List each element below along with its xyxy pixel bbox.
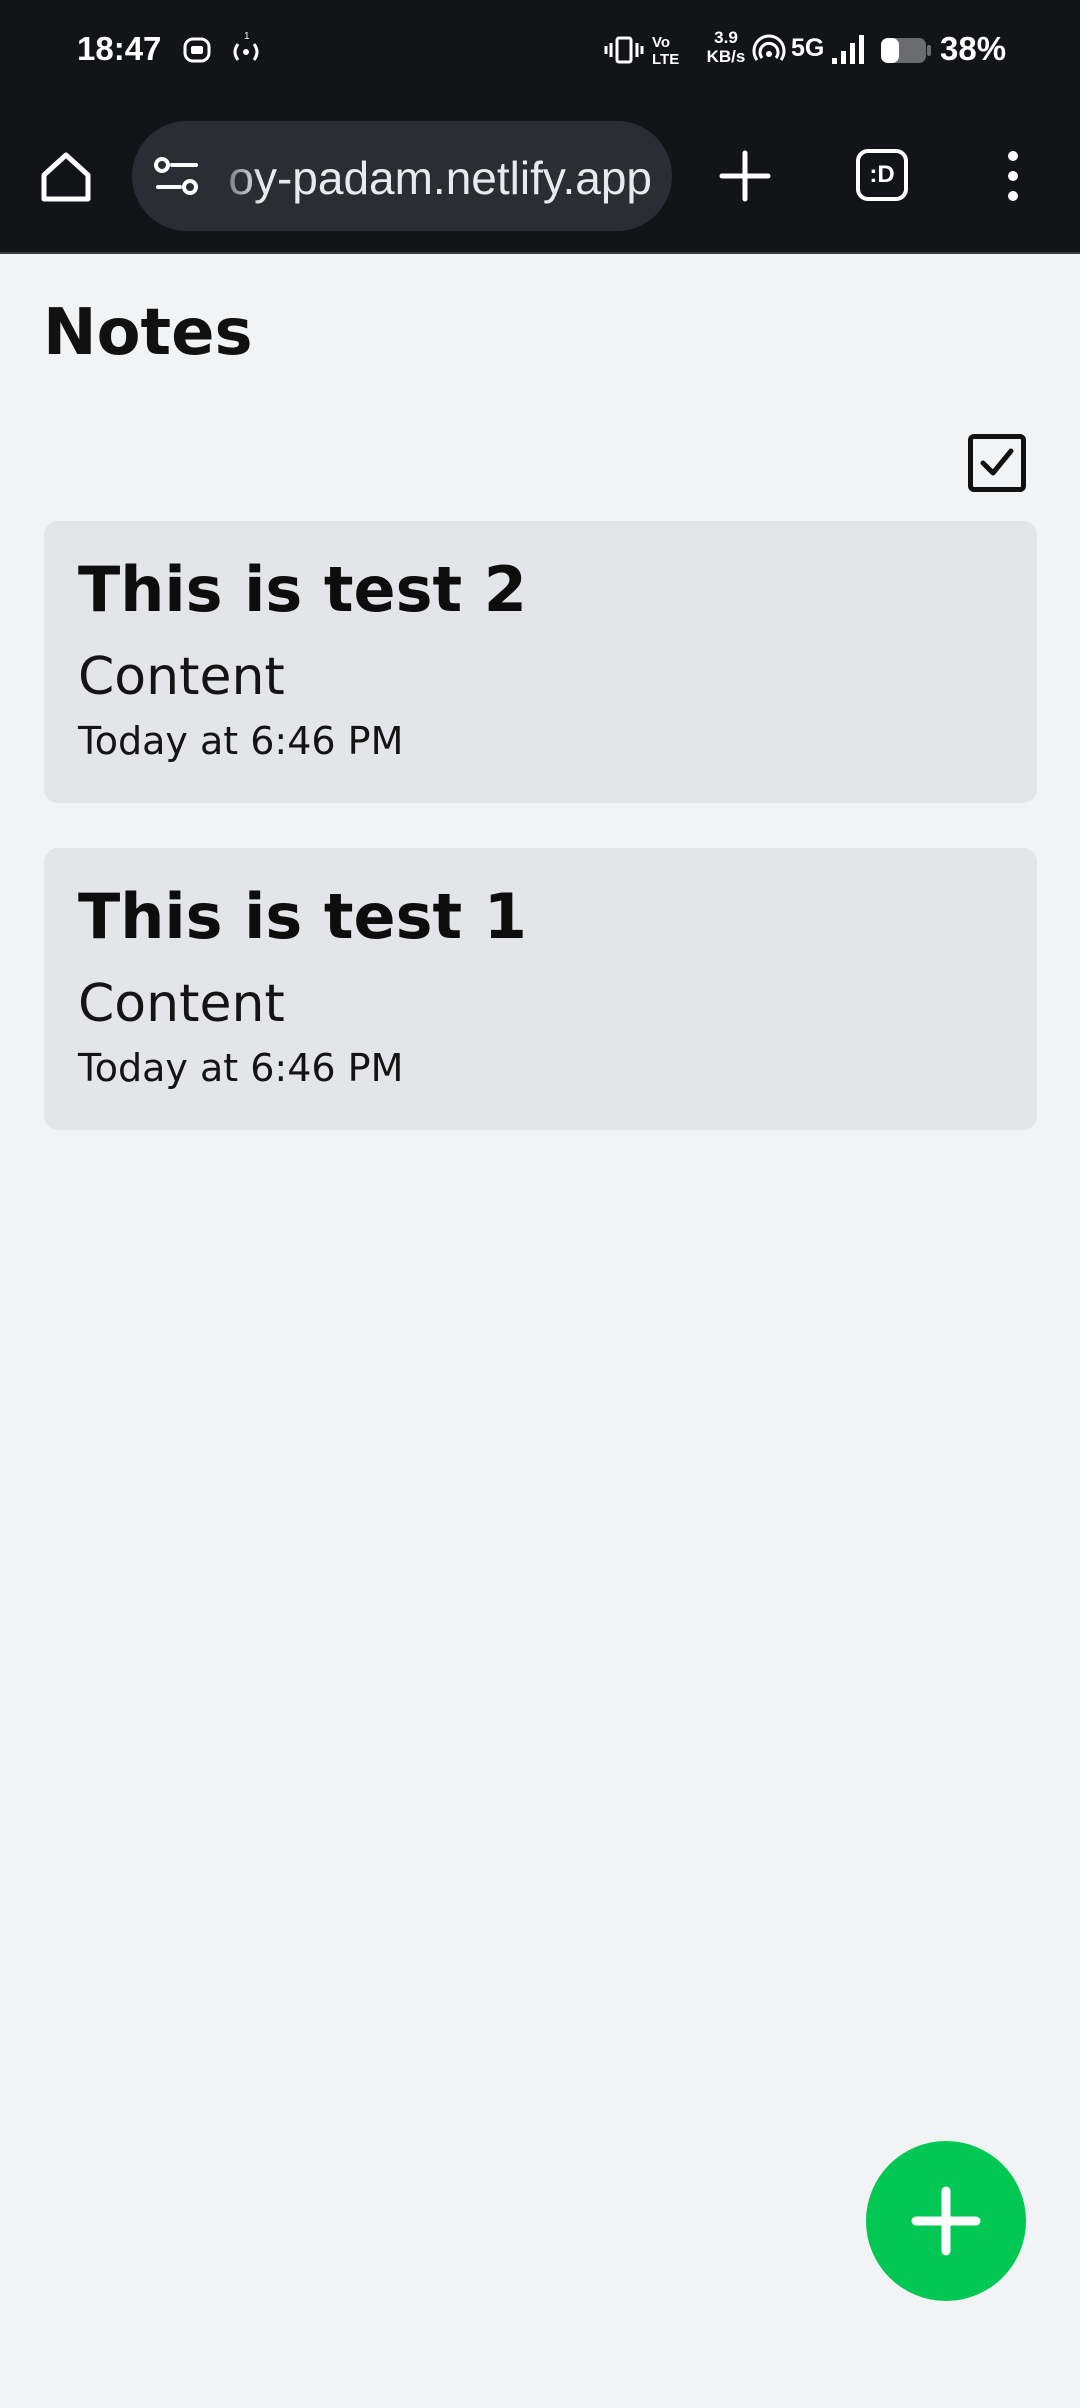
status-time: 18:47 (77, 30, 162, 67)
new-tab-icon (719, 150, 771, 202)
url-fade (202, 121, 262, 231)
hotspot-icon: 1 (226, 30, 266, 70)
status-bar: 18:47 1 Vo LTE 3.9 KB/s 5G 38% (0, 0, 1080, 100)
page-title: Notes (43, 296, 253, 370)
note-title: This is test 1 (78, 880, 527, 953)
site-settings-icon[interactable] (154, 155, 200, 199)
note-date: Today at 6:46 PM (78, 1046, 404, 1090)
battery-icon (880, 30, 932, 70)
svg-text:LTE: LTE (652, 51, 679, 68)
plus-icon (911, 2186, 981, 2256)
wifi-calling-icon (752, 30, 786, 70)
more-menu-button[interactable] (1000, 146, 1026, 206)
note-card[interactable]: This is test 1 Content Today at 6:46 PM (44, 848, 1037, 1130)
svg-text:1: 1 (244, 31, 250, 42)
home-button[interactable] (36, 147, 96, 207)
tabs-icon-label: :D (869, 161, 895, 188)
note-content: Content (78, 974, 285, 1034)
url-text[interactable]: oy-padam.netlify.app (228, 151, 652, 205)
vibrate-icon (604, 30, 644, 70)
browser-toolbar: oy-padam.netlify.app :D (0, 100, 1080, 254)
net-speed-unit: KB/s (706, 47, 746, 66)
svg-text:Vo: Vo (652, 34, 670, 51)
note-date: Today at 6:46 PM (78, 719, 404, 763)
home-icon (41, 152, 91, 202)
note-title: This is test 2 (78, 553, 527, 626)
select-mode-checkbox[interactable] (968, 434, 1026, 492)
note-card[interactable]: This is test 2 Content Today at 6:46 PM (44, 521, 1037, 803)
signal-icon (830, 30, 866, 70)
more-menu-icon (1008, 151, 1018, 201)
net-speed-indicator: 3.9 KB/s (696, 28, 756, 66)
add-note-button[interactable] (866, 2141, 1026, 2301)
tabs-button[interactable]: :D (856, 149, 908, 201)
notification-icon (182, 30, 212, 70)
checkmark-icon (980, 448, 1014, 476)
volte-icon: Vo LTE (650, 30, 686, 70)
battery-percentage: 38% (940, 30, 1007, 67)
network-type-label: 5G (791, 34, 825, 62)
note-content: Content (78, 647, 285, 707)
address-bar[interactable]: oy-padam.netlify.app (132, 121, 672, 231)
new-tab-button[interactable] (716, 147, 774, 205)
net-speed-value: 3.9 (714, 28, 738, 47)
